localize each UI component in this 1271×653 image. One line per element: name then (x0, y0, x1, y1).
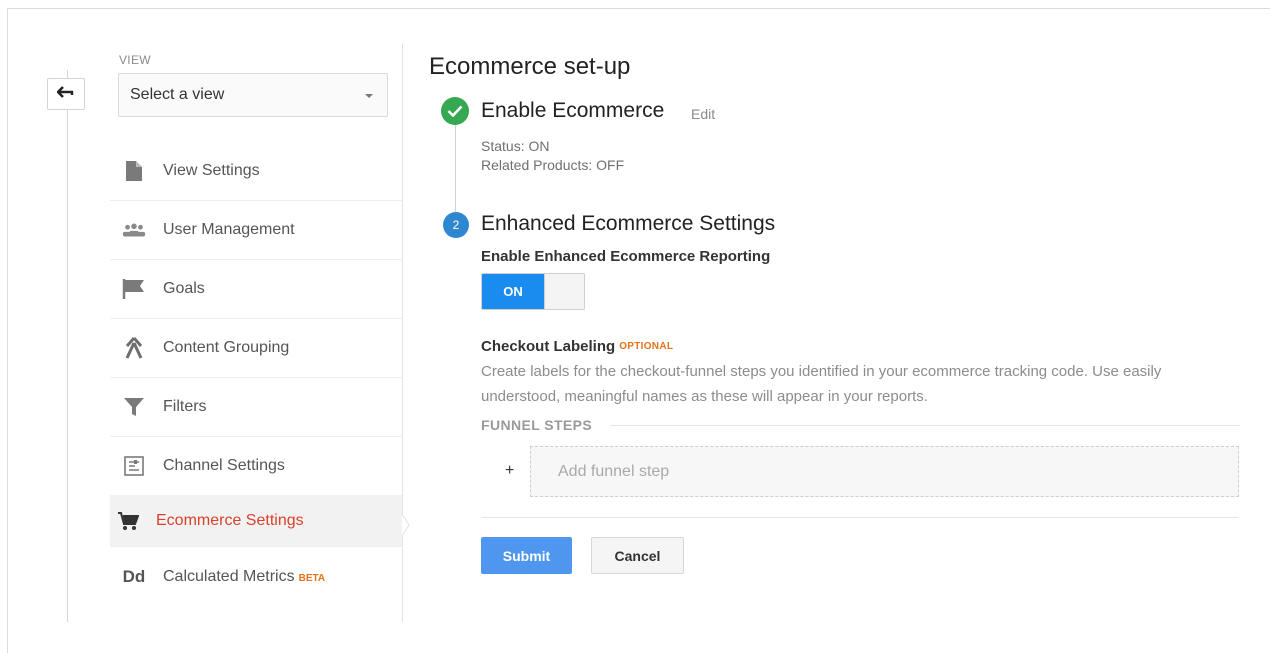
users-icon (122, 218, 146, 242)
funnel-steps-divider (610, 425, 1240, 426)
sidebar-item-label: Ecommerce Settings (156, 511, 304, 529)
add-funnel-step-field[interactable]: Add funnel step (530, 446, 1239, 497)
sidebar-item-channel-settings[interactable]: Channel Settings (110, 437, 402, 496)
sidebar-item-label: Calculated Metrics (163, 567, 295, 585)
related-products-line: Related Products: OFF (481, 157, 625, 173)
sidebar-item-label: Goals (163, 280, 205, 297)
sidebar-item-label: View Settings (163, 162, 260, 179)
view-select-value: Select a view (130, 86, 225, 103)
sidebar-item-view-settings[interactable]: View Settings (110, 142, 402, 201)
checkout-labeling-label: Checkout Labeling (481, 338, 616, 355)
view-select[interactable]: Select a view (118, 73, 388, 117)
sidebar-item-ecommerce-settings[interactable]: Ecommerce Settings (110, 495, 402, 547)
sidebar-item-label: Content Grouping (163, 339, 290, 356)
sidebar-item-goals[interactable]: Goals (110, 260, 402, 319)
rail-line (67, 70, 68, 622)
view-label: VIEW (119, 53, 151, 67)
filter-icon (122, 395, 146, 419)
active-indicator-notch (401, 514, 410, 536)
page-title: Ecommerce set-up (429, 53, 631, 80)
document-icon (122, 159, 146, 183)
beta-badge: BETA (298, 573, 326, 584)
sidebar-item-calculated-metrics[interactable]: Dd Calculated Metrics BETA (110, 547, 402, 606)
edit-link[interactable]: Edit (691, 106, 715, 122)
toggle-on-label: ON (482, 274, 544, 309)
channel-settings-icon (122, 454, 146, 478)
optional-badge: OPTIONAL (619, 341, 674, 352)
sidebar-item-user-management[interactable]: User Management (110, 201, 402, 260)
status-line: Status: ON (481, 138, 550, 154)
sidebar-item-label: Filters (163, 398, 207, 415)
cart-icon (116, 509, 140, 533)
add-funnel-step-placeholder: Add funnel step (558, 462, 670, 480)
step1-status: Status: ON Related Products: OFF (481, 137, 624, 175)
enhanced-reporting-label: Enable Enhanced Ecommerce Reporting (481, 248, 771, 265)
back-arrow-icon (56, 85, 75, 104)
calculated-metrics-icon: Dd (122, 566, 146, 586)
sidebar-item-content-grouping[interactable]: Content Grouping (110, 319, 402, 378)
sidebar-nav: View Settings User Management Goals Cont… (110, 142, 402, 606)
back-button[interactable] (47, 78, 85, 110)
check-circle-icon (441, 97, 469, 125)
sidebar-item-filters[interactable]: Filters (110, 378, 402, 437)
checkout-labeling-description: Create labels for the checkout-funnel st… (481, 363, 1162, 405)
toggle-knob (544, 274, 584, 309)
form-divider (481, 517, 1239, 518)
step2-title: Enhanced Ecommerce Settings (481, 212, 776, 235)
sidebar-item-label: Channel Settings (163, 457, 285, 474)
cancel-button[interactable]: Cancel (591, 537, 684, 574)
sidebar-item-label: User Management (163, 221, 295, 238)
checkout-labeling-title: Checkout Labeling OPTIONAL (481, 338, 673, 355)
step-number-badge: 2 (443, 212, 469, 238)
step1-title: Enable Ecommerce (481, 99, 665, 122)
funnel-steps-label: FUNNEL STEPS (481, 417, 593, 433)
chevron-down-icon (365, 94, 373, 98)
step-connector-line (455, 124, 456, 212)
enhanced-reporting-toggle[interactable]: ON (481, 273, 585, 310)
plus-icon[interactable]: + (505, 462, 514, 480)
content-grouping-icon (122, 336, 146, 360)
submit-button[interactable]: Submit (481, 537, 572, 574)
flag-icon (122, 277, 146, 301)
